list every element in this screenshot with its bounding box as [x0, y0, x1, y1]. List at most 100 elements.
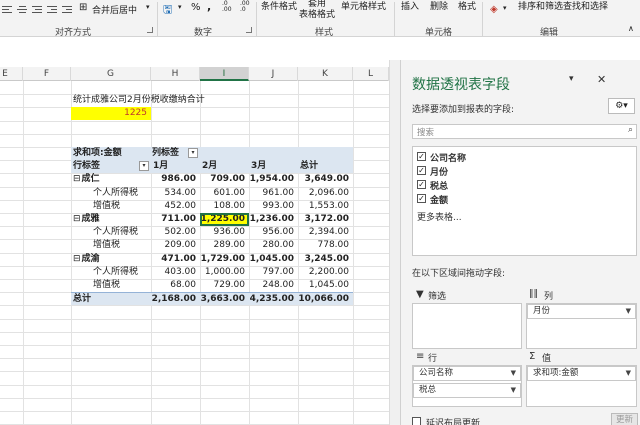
pivot-value-cell[interactable]: 729.00 [200, 279, 249, 292]
column-header[interactable]: E [0, 67, 23, 81]
pivot-value-cell[interactable]: 3,172.00 [298, 213, 353, 226]
number-launcher-icon[interactable] [246, 27, 252, 33]
chevron-down-icon[interactable]: ▼ [511, 367, 516, 380]
column-header[interactable]: G [71, 67, 151, 81]
more-tables-link[interactable]: 更多表格... [417, 210, 462, 223]
pivot-value-cell[interactable]: 709.00 [200, 173, 249, 186]
field-checkbox[interactable]: ✓ [417, 166, 426, 175]
pivot-total-cell[interactable]: 4,235.00 [249, 292, 298, 305]
chevron-down-icon[interactable]: ▾ [146, 3, 150, 11]
pivot-value-cell[interactable]: 248.00 [249, 279, 298, 292]
vertical-scrollbar[interactable] [389, 60, 400, 425]
align-right-icon[interactable] [32, 4, 42, 13]
pivot-col-header[interactable]: 总计 [298, 160, 353, 173]
pivot-value-cell[interactable]: 2,096.00 [298, 187, 353, 200]
rows-pill-company[interactable]: 公司名称 ▼ [413, 366, 521, 381]
cell-style-button[interactable]: 单元格样式 [341, 0, 386, 12]
pivot-value-cell[interactable]: 1,729.00 [200, 253, 249, 266]
pivot-value-cell[interactable]: 3,649.00 [298, 173, 353, 186]
close-icon[interactable]: ✕ [597, 73, 606, 86]
column-header[interactable]: K [298, 67, 353, 81]
collapse-ribbon-icon[interactable]: ∧ [628, 24, 634, 33]
collapse-icon[interactable]: ⊟ [73, 254, 81, 264]
pivot-value-cell[interactable]: 68.00 [151, 279, 200, 292]
pivot-total-cell[interactable]: 3,663.00 [200, 292, 249, 305]
sheet-title-cell[interactable]: 统计成雅公司2月份税收缴纳合计 [71, 94, 271, 107]
percent-button[interactable]: % [191, 2, 201, 13]
pivot-value-cell[interactable]: 961.00 [249, 187, 298, 200]
format-button[interactable]: 格式 [458, 0, 476, 12]
chevron-down-icon[interactable]: ▼ [626, 305, 631, 318]
sort-filter-button[interactable]: 排序和筛选 [518, 0, 563, 12]
values-zone[interactable]: 求和项:金额 ▼ [526, 365, 637, 407]
pivot-child-label[interactable]: 个人所得税 [71, 266, 151, 279]
highlight-value-cell[interactable]: 1225 [71, 107, 151, 120]
pivot-sum-label[interactable]: 求和项:金额 [71, 147, 151, 160]
pivot-group-label[interactable]: ⊟成仁 [71, 173, 151, 186]
pivot-value-cell[interactable]: 1,236.00 [249, 213, 298, 226]
field-checkbox[interactable]: ✓ [417, 180, 426, 189]
field-checkbox[interactable]: ✓ [417, 194, 426, 203]
values-pill-amount[interactable]: 求和项:金额 ▼ [527, 366, 636, 381]
panel-menu-chevron-icon[interactable]: ▾ [569, 74, 574, 84]
merge-center-button[interactable]: 合并后居中 [92, 3, 137, 16]
pivot-total-label[interactable]: 总计 [71, 292, 151, 305]
filter-dropdown-icon[interactable]: ▾ [139, 161, 149, 171]
pivot-value-cell[interactable]: 986.00 [151, 173, 200, 186]
align-center-icon[interactable] [17, 4, 27, 13]
pivot-value-cell[interactable]: 502.00 [151, 226, 200, 239]
pivot-value-cell[interactable]: 1,553.00 [298, 200, 353, 213]
delete-button[interactable]: 删除 [430, 0, 448, 12]
pivot-value-cell[interactable]: 289.00 [200, 239, 249, 252]
alignment-launcher-icon[interactable] [147, 27, 153, 33]
collapse-icon[interactable]: ⊟ [73, 174, 81, 184]
pivot-value-cell[interactable]: 956.00 [249, 226, 298, 239]
pivot-value-cell[interactable]: 936.00 [200, 226, 249, 239]
column-header[interactable]: I [200, 67, 249, 81]
align-left-icon[interactable] [2, 4, 12, 13]
insert-button[interactable]: 插入 [401, 0, 419, 12]
decrease-indent-icon[interactable] [47, 4, 57, 13]
field-label[interactable]: 月份 [430, 165, 448, 178]
pivot-value-cell[interactable]: 280.00 [249, 239, 298, 252]
pivot-value-cell[interactable]: 471.00 [151, 253, 200, 266]
filter-zone[interactable] [412, 303, 522, 349]
tools-gear-icon[interactable]: ⚙▾ [608, 98, 635, 114]
pivot-total-cell[interactable]: 2,168.00 [151, 292, 200, 305]
comma-button[interactable]: , [207, 0, 211, 13]
field-label[interactable]: 税总 [430, 179, 448, 192]
pivot-value-cell[interactable]: 3,245.00 [298, 253, 353, 266]
decrease-decimal-button[interactable]: .00 .0 [240, 1, 250, 13]
chevron-down-icon[interactable]: ▼ [626, 367, 631, 380]
pivot-value-cell[interactable]: 1,045.00 [298, 279, 353, 292]
pivot-child-label[interactable]: 增值税 [71, 239, 151, 252]
increase-decimal-button[interactable]: .0 .00 [222, 1, 232, 13]
chevron-down-icon[interactable]: ▼ [511, 384, 516, 397]
pivot-value-cell[interactable]: 711.00 [151, 213, 200, 226]
pivot-col-header[interactable]: 1月 [151, 160, 200, 173]
pivot-value-cell[interactable]: 403.00 [151, 266, 200, 279]
clear-icon[interactable]: ◈ [490, 4, 498, 15]
pivot-child-label[interactable]: 个人所得税 [71, 226, 151, 239]
pivot-value-cell[interactable]: 534.00 [151, 187, 200, 200]
pivot-value-cell[interactable]: 797.00 [249, 266, 298, 279]
pivot-value-cell[interactable]: 1,000.00 [200, 266, 249, 279]
column-header[interactable]: L [353, 67, 389, 81]
filter-dropdown-icon[interactable]: ▾ [188, 148, 198, 158]
rows-pill-tax[interactable]: 税总 ▼ [413, 383, 521, 398]
pivot-col-header[interactable]: 2月 [200, 160, 249, 173]
pivot-child-label[interactable]: 增值税 [71, 200, 151, 213]
defer-update-checkbox[interactable] [412, 417, 421, 425]
pivot-value-cell[interactable]: 452.00 [151, 200, 200, 213]
find-select-button[interactable]: 查找和选择 [563, 0, 608, 12]
pivot-value-cell[interactable]: 993.00 [249, 200, 298, 213]
field-label[interactable]: 金额 [430, 193, 448, 206]
field-checkbox[interactable]: ✓ [417, 152, 426, 161]
column-header[interactable]: H [151, 67, 200, 81]
pivot-value-cell[interactable]: 108.00 [200, 200, 249, 213]
accounting-format-icon[interactable]: 🖫 [163, 1, 172, 20]
pivot-child-label[interactable]: 个人所得税 [71, 187, 151, 200]
pivot-group-label[interactable]: ⊟成渝 [71, 253, 151, 266]
format-as-table-button[interactable]: 套用 表格格式 [299, 0, 335, 21]
chevron-down-icon[interactable]: ▾ [503, 4, 507, 12]
